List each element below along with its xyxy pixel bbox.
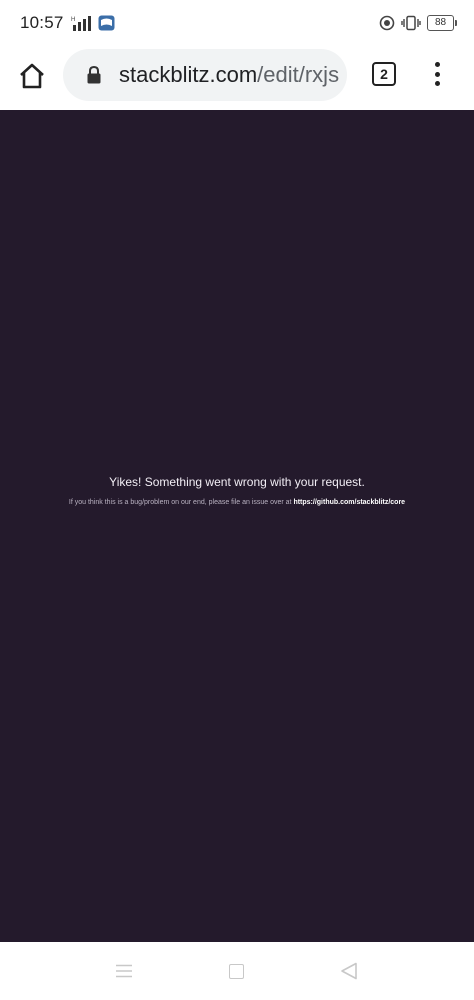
more-vert-icon[interactable] — [426, 60, 448, 88]
menu-dot — [434, 62, 440, 67]
network-type-label: H — [71, 17, 75, 23]
browser-toolbar: stackblitz.com/edit/rxjs 2 — [0, 46, 474, 110]
error-title: Yikes! Something went wrong with your re… — [109, 475, 365, 489]
signal-icon: H — [71, 16, 91, 31]
app-notification-icon — [98, 15, 115, 31]
page-content: Yikes! Something went wrong with your re… — [0, 110, 474, 942]
error-detail-text: If you think this is a bug/problem on ou… — [68, 499, 294, 506]
issue-link[interactable]: https://github.com/stackblitz/core — [293, 499, 405, 506]
menu-dot — [434, 71, 440, 77]
menu-dot — [434, 81, 440, 86]
url-path: /edit/rxjs — [257, 62, 340, 87]
url-text: stackblitz.com/edit/rxjs — [119, 62, 343, 88]
url-host: stackblitz.com — [119, 62, 258, 87]
address-bar[interactable]: stackblitz.com/edit/rxjs — [63, 49, 347, 101]
status-time: 10:57 — [20, 13, 64, 32]
vibrate-icon — [401, 15, 421, 31]
status-icons: 88 — [379, 13, 457, 33]
status-bar: 10:57 H 88 — [0, 0, 474, 46]
lock-icon — [87, 65, 101, 84]
tab-switcher-button[interactable]: 2 — [372, 62, 396, 86]
home-square-icon[interactable] — [229, 964, 244, 979]
battery-icon: 88 — [427, 15, 457, 31]
recent-apps-icon[interactable] — [115, 964, 133, 978]
home-button[interactable] — [14, 58, 50, 94]
back-triangle-icon[interactable] — [340, 962, 358, 980]
system-nav-bar — [0, 942, 474, 1000]
error-detail: If you think this is a bug/problem on ou… — [0, 499, 474, 506]
home-icon — [20, 63, 44, 89]
data-saver-icon — [379, 15, 395, 31]
